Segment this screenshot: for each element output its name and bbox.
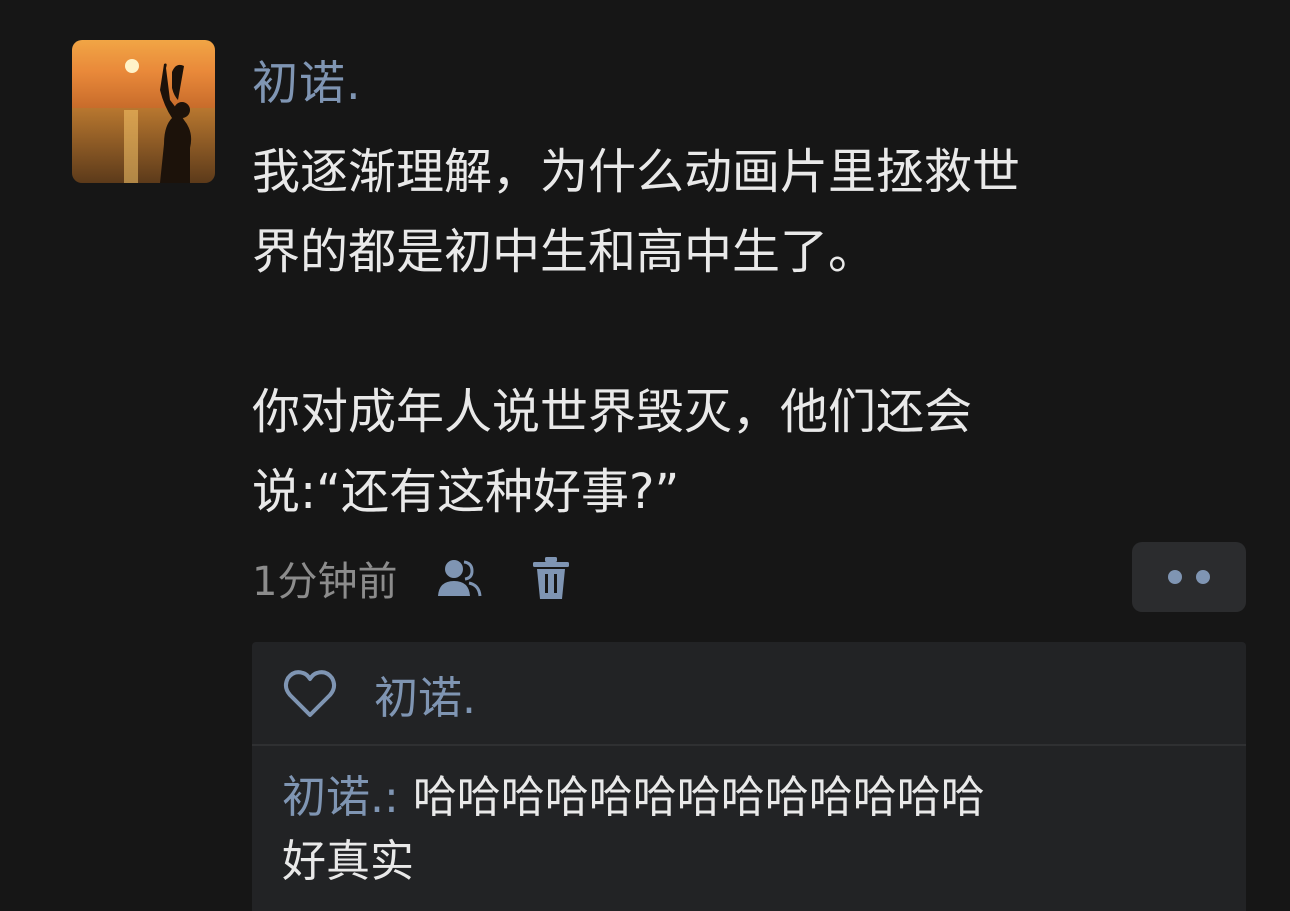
liker-name[interactable]: 初诺. (374, 662, 476, 726)
post-line: 你对成年人说世界毁灭，他们还会 (252, 384, 973, 440)
post-meta: 1分钟前 (252, 548, 575, 608)
trash-icon[interactable] (527, 554, 575, 602)
more-dots-icon[interactable] (1132, 542, 1246, 612)
post-line: 说:“还有这种好事?” (252, 464, 680, 520)
post-line: 我逐渐理解，为什么动画片里拯救世 (252, 144, 1021, 200)
comment-text: 哈哈哈哈哈哈哈哈哈哈哈哈哈 (412, 772, 985, 823)
comment-separator: : (384, 772, 413, 823)
heart-icon (282, 666, 338, 722)
comment-text-continued: 好真实 (282, 836, 414, 887)
post-body: 我逐渐理解，为什么动画片里拯救世 界的都是初中生和高中生了。 你对成年人说世界毁… (252, 132, 1252, 532)
likes-row: 初诺. (282, 664, 476, 724)
interaction-panel: 初诺. 初诺.: 哈哈哈哈哈哈哈哈哈哈哈哈哈 好真实 (252, 642, 1246, 911)
post-line: 界的都是初中生和高中生了。 (252, 224, 877, 280)
divider (252, 744, 1246, 746)
author-name[interactable]: 初诺. (252, 50, 362, 116)
timestamp: 1分钟前 (252, 559, 398, 605)
comment-author[interactable]: 初诺. (282, 772, 384, 823)
avatar[interactable] (72, 40, 215, 183)
moments-post: 初诺. 我逐渐理解，为什么动画片里拯救世 界的都是初中生和高中生了。 你对成年人… (0, 0, 1290, 911)
people-icon[interactable] (435, 554, 483, 602)
comment[interactable]: 初诺.: 哈哈哈哈哈哈哈哈哈哈哈哈哈 好真实 (282, 766, 1232, 894)
